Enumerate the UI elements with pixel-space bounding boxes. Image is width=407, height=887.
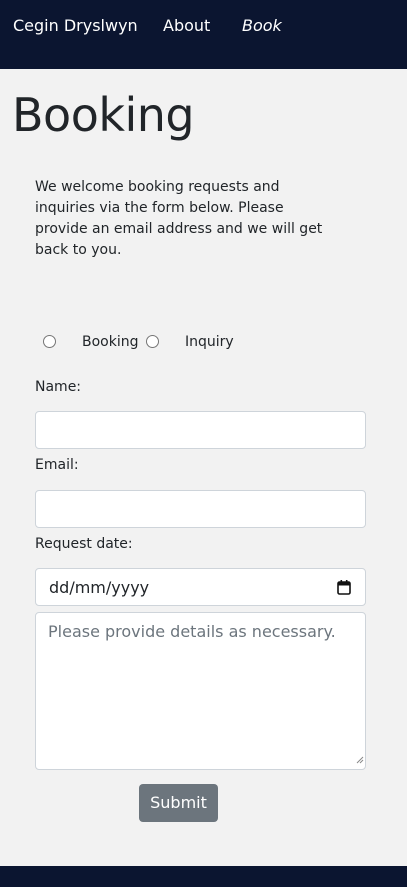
nav-about-link[interactable]: About <box>163 16 210 35</box>
booking-radio[interactable] <box>43 335 56 348</box>
intro-text: We welcome booking requests and inquirie… <box>35 179 323 258</box>
page-title: Booking <box>12 88 195 142</box>
request-date-field[interactable]: dd/mm/yyyy <box>35 568 366 606</box>
resize-handle-icon[interactable] <box>356 749 364 768</box>
email-field[interactable] <box>35 490 366 528</box>
navbar: Cegin Dryslwyn About Book <box>0 0 407 69</box>
name-field[interactable] <box>35 411 366 449</box>
inquiry-radio[interactable] <box>146 335 159 348</box>
details-textarea[interactable]: Please provide details as necessary. <box>35 612 366 770</box>
nav-brand-link[interactable]: Cegin Dryslwyn <box>13 16 138 35</box>
booking-radio-label[interactable]: Booking <box>82 334 139 350</box>
details-placeholder: Please provide details as necessary. <box>48 622 336 641</box>
inquiry-radio-label[interactable]: Inquiry <box>185 334 234 350</box>
footer <box>0 866 407 887</box>
calendar-icon[interactable] <box>337 580 351 599</box>
submit-button[interactable]: Submit <box>139 784 218 822</box>
nav-book-link[interactable]: Book <box>242 16 282 35</box>
email-label: Email: <box>35 457 79 473</box>
name-label: Name: <box>35 379 82 395</box>
request-date-placeholder: dd/mm/yyyy <box>49 578 150 597</box>
request-date-label: Request date: <box>35 536 133 552</box>
